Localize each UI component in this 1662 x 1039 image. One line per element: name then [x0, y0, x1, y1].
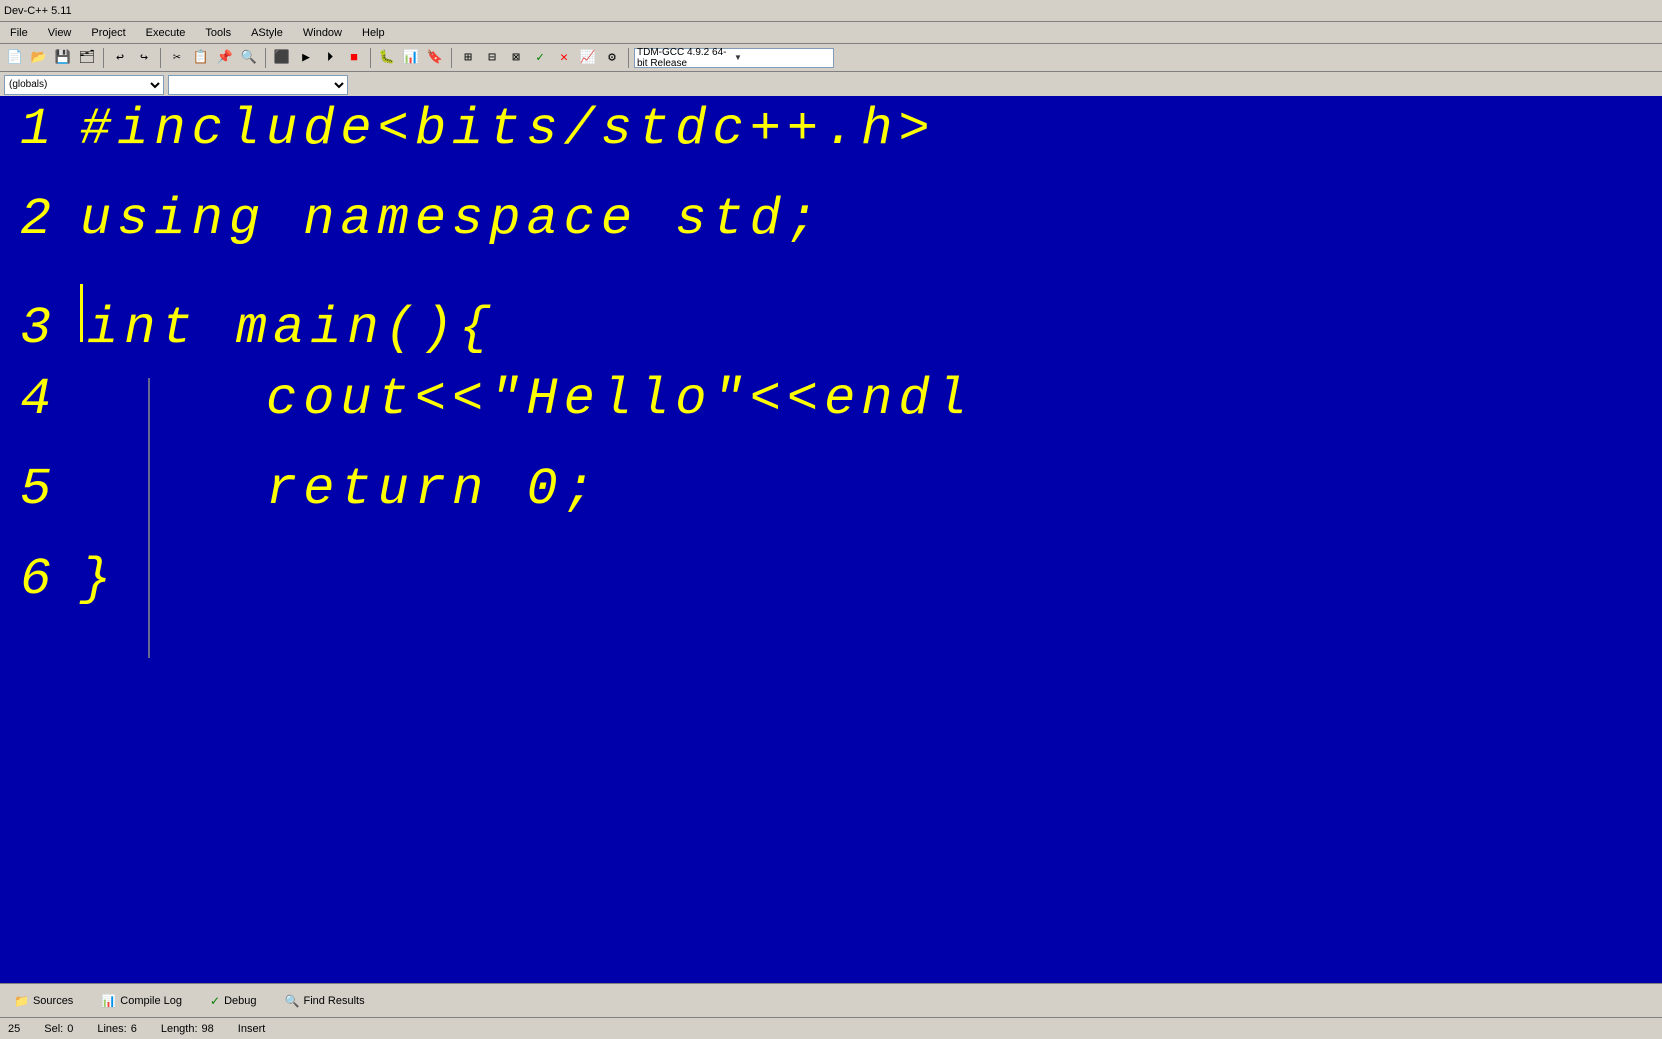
find-results-label: Find Results [303, 995, 364, 1007]
save-all-button[interactable]: 🗂 [76, 47, 98, 69]
cursor-indicator [80, 284, 83, 342]
menu-project[interactable]: Project [85, 25, 131, 41]
layout-button[interactable]: ⊟ [481, 47, 503, 69]
profile-button[interactable]: 📊 [400, 47, 422, 69]
line-content-4: cout<<"Hello"<<endl [80, 374, 973, 426]
compile-button[interactable]: ⬛ [271, 47, 293, 69]
chart-button[interactable]: 📈 [577, 47, 599, 69]
debug-icon: ✓ [210, 994, 220, 1008]
line-number-5: 5 [20, 464, 80, 516]
menu-view[interactable]: View [42, 25, 78, 41]
editor-area[interactable]: 1 #include<bits/stdc++.h> 2 using namesp… [0, 96, 1662, 983]
toolbar-separator-6 [628, 48, 629, 68]
line-number-6: 6 [20, 554, 80, 606]
find-results-tab[interactable]: 🔍 Find Results [279, 992, 371, 1010]
bookmark-button[interactable]: 🔖 [424, 47, 446, 69]
line-number-4: 4 [20, 374, 80, 426]
sources-tab[interactable]: 📁 Sources [8, 992, 79, 1010]
code-line-4: 4 cout<<"Hello"<<endl [0, 374, 1662, 464]
line-number-2: 2 [20, 194, 80, 246]
line-content-3: int main(){ [87, 303, 496, 355]
toolbar-separator-1 [103, 48, 104, 68]
menu-execute[interactable]: Execute [140, 25, 192, 41]
compiler-selector[interactable]: TDM-GCC 4.9.2 64-bit Release ▼ [634, 48, 834, 68]
compile-run-button[interactable]: ⏵ [319, 47, 341, 69]
sel-indicator: Sel: 0 [44, 1023, 73, 1035]
line-content-1: #include<bits/stdc++.h> [80, 104, 936, 156]
class-selector[interactable]: (globals) [4, 75, 164, 95]
toolbar-separator-2 [160, 48, 161, 68]
line-number-3: 3 [20, 303, 80, 355]
line-number-1: 1 [20, 104, 80, 156]
undo-button[interactable]: ↩ [109, 47, 131, 69]
debug-button[interactable]: 🐛 [376, 47, 398, 69]
title-bar-text: Dev-C++ 5.11 [4, 5, 72, 17]
compile-log-tab[interactable]: 📊 Compile Log [95, 992, 188, 1010]
new-button[interactable]: 📄 [4, 47, 26, 69]
open-button[interactable]: 📂 [28, 47, 50, 69]
copy-button[interactable]: 📋 [190, 47, 212, 69]
toolbar-separator-4 [370, 48, 371, 68]
scope-indicator [148, 378, 150, 658]
menu-help[interactable]: Help [356, 25, 391, 41]
compile-log-label: Compile Log [120, 995, 182, 1007]
menu-bar: File View Project Execute Tools AStyle W… [0, 22, 1662, 44]
code-line-3: 3 int main(){ [0, 284, 1662, 374]
lines-indicator: Lines: 6 [97, 1023, 136, 1035]
toolbar-separator-5 [451, 48, 452, 68]
code-line-6: 6 } [0, 554, 1662, 644]
compiler-selector-text: TDM-GCC 4.9.2 64-bit Release [637, 47, 734, 69]
code-line-2: 2 using namespace std; [0, 194, 1662, 284]
clear-button[interactable]: ✕ [553, 47, 575, 69]
view-button[interactable]: ⊠ [505, 47, 527, 69]
title-bar: Dev-C++ 5.11 [0, 0, 1662, 22]
line-content-6: } [80, 554, 117, 606]
code-line-5: 5 return 0; [0, 464, 1662, 554]
code-line-1: 1 #include<bits/stdc++.h> [0, 104, 1662, 194]
find-button[interactable]: 🔍 [238, 47, 260, 69]
sources-label: Sources [33, 995, 73, 1007]
paste-button[interactable]: 📌 [214, 47, 236, 69]
grid-button[interactable]: ⊞ [457, 47, 479, 69]
status-bar: 25 Sel: 0 Lines: 6 Length: 98 Insert [0, 1017, 1662, 1039]
row-indicator: 25 [8, 1023, 20, 1035]
settings-button[interactable]: ⚙ [601, 47, 623, 69]
class-func-bar: (globals) [0, 72, 1662, 98]
check-button[interactable]: ✓ [529, 47, 551, 69]
menu-tools[interactable]: Tools [199, 25, 237, 41]
stop-button[interactable]: ■ [343, 47, 365, 69]
find-icon: 🔍 [285, 994, 300, 1008]
bottom-panel: 📁 Sources 📊 Compile Log ✓ Debug 🔍 Find R… [0, 983, 1662, 1017]
length-indicator: Length: 98 [161, 1023, 214, 1035]
debug-tab[interactable]: ✓ Debug [204, 992, 262, 1010]
compile-icon: 📊 [101, 994, 116, 1008]
line-content-5: return 0; [80, 464, 601, 516]
menu-astyle[interactable]: AStyle [245, 25, 289, 41]
debug-label: Debug [224, 995, 256, 1007]
sources-icon: 📁 [14, 994, 29, 1008]
toolbar: 📄 📂 💾 🗂 ↩ ↪ ✂ 📋 📌 🔍 ⬛ ▶ ⏵ ■ 🐛 📊 🔖 ⊞ ⊟ ⊠ … [0, 44, 1662, 72]
line-content-2: using namespace std; [80, 194, 824, 246]
menu-window[interactable]: Window [297, 25, 348, 41]
cut-button[interactable]: ✂ [166, 47, 188, 69]
compiler-selector-arrow: ▼ [734, 53, 831, 62]
redo-button[interactable]: ↪ [133, 47, 155, 69]
function-selector[interactable] [168, 75, 348, 95]
save-button[interactable]: 💾 [52, 47, 74, 69]
toolbar-separator-3 [265, 48, 266, 68]
mode-indicator: Insert [238, 1023, 266, 1035]
run-button[interactable]: ▶ [295, 47, 317, 69]
menu-file[interactable]: File [4, 25, 34, 41]
